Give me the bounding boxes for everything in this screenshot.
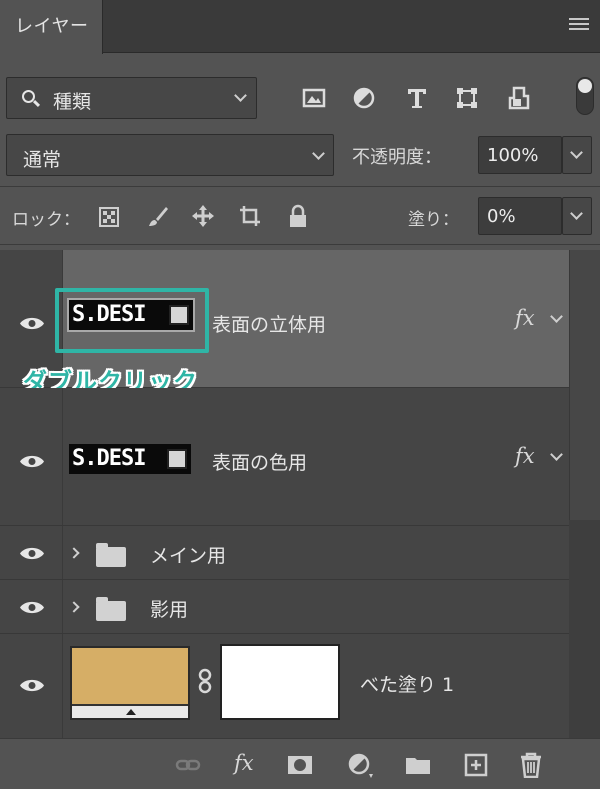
triangle-icon [126,709,136,715]
lock-transparent-pixels-icon[interactable] [98,204,120,228]
thumbnail-text: S.DESI [72,446,146,471]
filter-kind-label: 種類 [53,91,92,113]
fill-input[interactable]: 0% [478,197,562,235]
chevron-down-icon [234,89,247,102]
layer-name[interactable]: 表面の色用 [212,448,307,475]
layer-group-main[interactable]: メイン用 [0,526,569,580]
fx-icon[interactable]: fx [234,751,254,775]
layer-name[interactable]: べた塗り 1 [360,670,454,697]
layers-scrollbar[interactable] [569,250,600,738]
fill-slider [72,704,188,718]
tab-layers-label: レイヤー [15,16,89,37]
visibility-toggle[interactable] [0,526,63,579]
layer-row-solid-fill[interactable]: べた塗り 1 [0,634,569,738]
lock-all-icon[interactable] [287,204,309,228]
blend-mode-label: 通常 [23,149,62,171]
chevron-right-icon[interactable] [68,547,80,559]
lock-position-icon[interactable] [192,204,214,228]
chevron-down-icon [312,147,325,160]
lock-artboard-icon[interactable] [238,204,260,228]
panel-tab-bar: レイヤー [0,0,600,54]
chevron-down-icon[interactable] [550,310,563,323]
smart-object-icon [167,449,187,469]
opacity-dropdown[interactable] [562,136,592,174]
type-filter-icon[interactable] [405,86,429,110]
chevron-down-icon [570,146,583,159]
opacity-value: 100% [487,145,539,166]
adjustment-layer-icon[interactable] [347,752,373,778]
lock-image-pixels-icon[interactable] [147,204,169,228]
layer-mask-thumbnail[interactable] [220,644,340,720]
eye-icon [20,601,44,614]
filter-toggle[interactable] [576,77,594,115]
image-filter-icon[interactable] [302,86,326,110]
visibility-toggle[interactable] [0,388,63,525]
opacity-input[interactable]: 100% [478,136,562,174]
fill-label: 塗り： [408,210,459,230]
layer-name[interactable]: メイン用 [150,541,226,568]
add-mask-icon[interactable] [287,752,313,778]
chevron-right-icon[interactable] [68,601,80,613]
layers-bottom-toolbar: fx [0,738,600,789]
smart-object-filter-icon[interactable] [506,86,530,110]
lock-label: ロック： [12,210,80,230]
search-icon [22,90,35,103]
eye-icon [20,317,44,330]
fill-swatch [72,648,188,704]
eye-icon [20,547,44,560]
layer-group-shadow[interactable]: 影用 [0,580,569,634]
fx-icon[interactable]: fx [515,444,535,468]
visibility-toggle[interactable] [0,634,63,738]
opacity-label: 不透明度： [352,147,442,168]
blend-mode-select[interactable]: 通常 [6,134,334,176]
scrollbar-thumb[interactable] [569,250,600,520]
delete-layer-icon[interactable] [518,752,544,778]
eye-icon [20,455,44,468]
eye-icon [20,679,44,692]
layer-name[interactable]: 影用 [150,595,188,622]
fill-value: 0% [487,206,516,227]
fill-color-thumbnail[interactable] [70,646,190,720]
double-click-highlight [55,288,209,353]
layer-name[interactable]: 表面の立体用 [212,310,326,337]
link-layers-icon[interactable] [175,752,201,778]
fx-icon[interactable]: fx [515,306,535,330]
tab-layers[interactable]: レイヤー [0,0,103,54]
new-group-icon[interactable] [405,752,431,778]
folder-icon [96,597,126,621]
chain-link-icon[interactable] [198,668,212,694]
adjustment-filter-icon[interactable] [352,86,376,110]
folder-icon [96,543,126,567]
visibility-toggle[interactable] [0,580,63,633]
divider [0,186,600,187]
chevron-down-icon[interactable] [550,448,563,461]
divider [0,244,600,245]
text-layer-thumbnail: S.DESI [67,442,193,476]
new-layer-icon[interactable] [463,752,489,778]
chevron-down-icon [570,207,583,220]
hamburger-menu-icon[interactable] [569,18,589,34]
shape-filter-icon[interactable] [455,86,479,110]
filter-kind-select[interactable]: 種類 [6,77,257,119]
layer-row-surface-color[interactable]: S.DESI 表面の色用 fx [0,388,569,526]
fill-dropdown[interactable] [562,197,592,235]
